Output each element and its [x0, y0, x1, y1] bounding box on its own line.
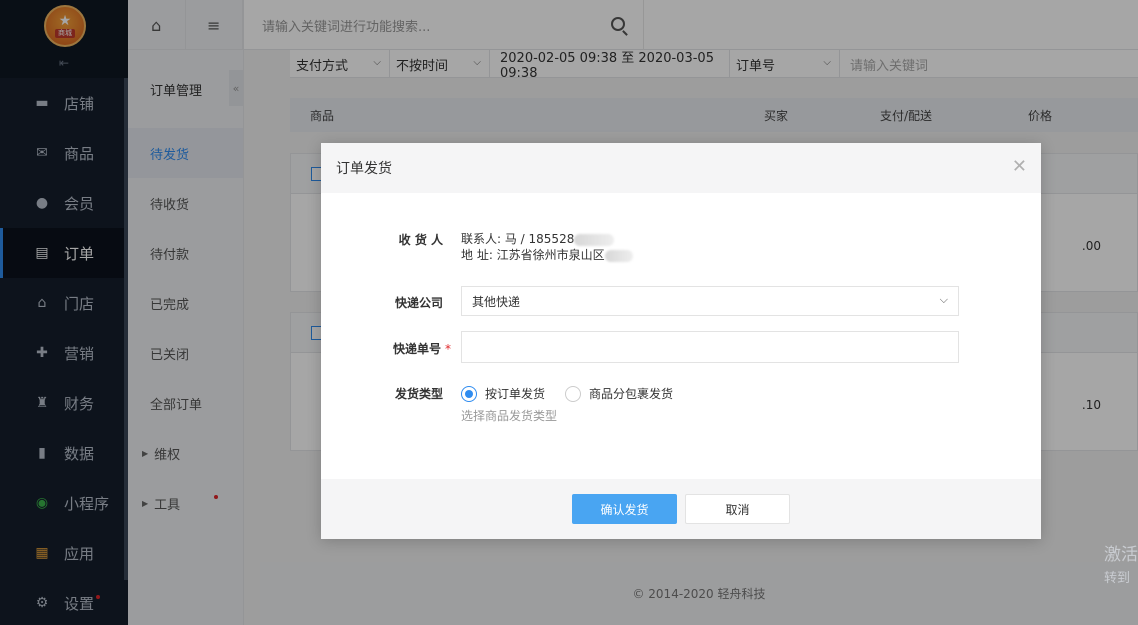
- redacted-phone: [574, 233, 615, 246]
- receiver-contact-text: 联系人: 马 / 185528: [461, 232, 575, 246]
- receiver-info: 联系人: 马 / 185528 地 址: 江苏省徐州市泉山区: [461, 231, 633, 263]
- tracking-label-text: 快递单号: [392, 342, 441, 356]
- ship-type-radio-group: 按订单发货 商品分包裹发货: [461, 385, 673, 402]
- watermark-line-2: 转到: [1104, 571, 1131, 586]
- courier-select[interactable]: 其他快递 ⌵: [461, 286, 959, 316]
- dialog-header: 订单发货 ✕: [321, 143, 1041, 193]
- tracking-label: 快递单号 *: [393, 340, 451, 357]
- receiver-contact: 联系人: 马 / 185528: [461, 231, 633, 247]
- receiver-label: 收 货 人: [398, 233, 443, 247]
- ship-type-help: 选择商品发货类型: [461, 409, 558, 423]
- dialog-footer: 确认发货 取消: [321, 479, 1041, 539]
- receiver-address-text: 地 址: 江苏省徐州市泉山区: [461, 248, 605, 262]
- radio-by-order-label[interactable]: 按订单发货: [485, 385, 545, 402]
- close-icon[interactable]: ✕: [1012, 158, 1027, 176]
- receiver-address: 地 址: 江苏省徐州市泉山区: [461, 247, 633, 263]
- radio-by-package[interactable]: [565, 385, 582, 402]
- required-mark: *: [445, 342, 451, 356]
- chevron-down-icon: ⌵: [939, 293, 948, 306]
- radio-by-order[interactable]: [461, 385, 477, 402]
- radio-by-package-label[interactable]: 商品分包裹发货: [589, 385, 673, 402]
- dialog-title: 订单发货: [336, 161, 392, 177]
- watermark-line-1: 激活: [1104, 545, 1138, 565]
- redacted-address: [604, 249, 633, 262]
- confirm-ship-button[interactable]: 确认发货: [572, 494, 677, 524]
- ship-type-label: 发货类型: [394, 387, 443, 401]
- courier-label: 快递公司: [394, 296, 443, 310]
- ship-order-dialog: 订单发货 ✕ 收 货 人 联系人: 马 / 185528 地 址: 江苏省徐州市…: [321, 143, 1041, 539]
- cancel-button[interactable]: 取消: [685, 494, 790, 524]
- tracking-number-input[interactable]: [461, 331, 959, 363]
- courier-value: 其他快递: [472, 294, 521, 309]
- activation-watermark: 激活 转到: [1104, 543, 1138, 591]
